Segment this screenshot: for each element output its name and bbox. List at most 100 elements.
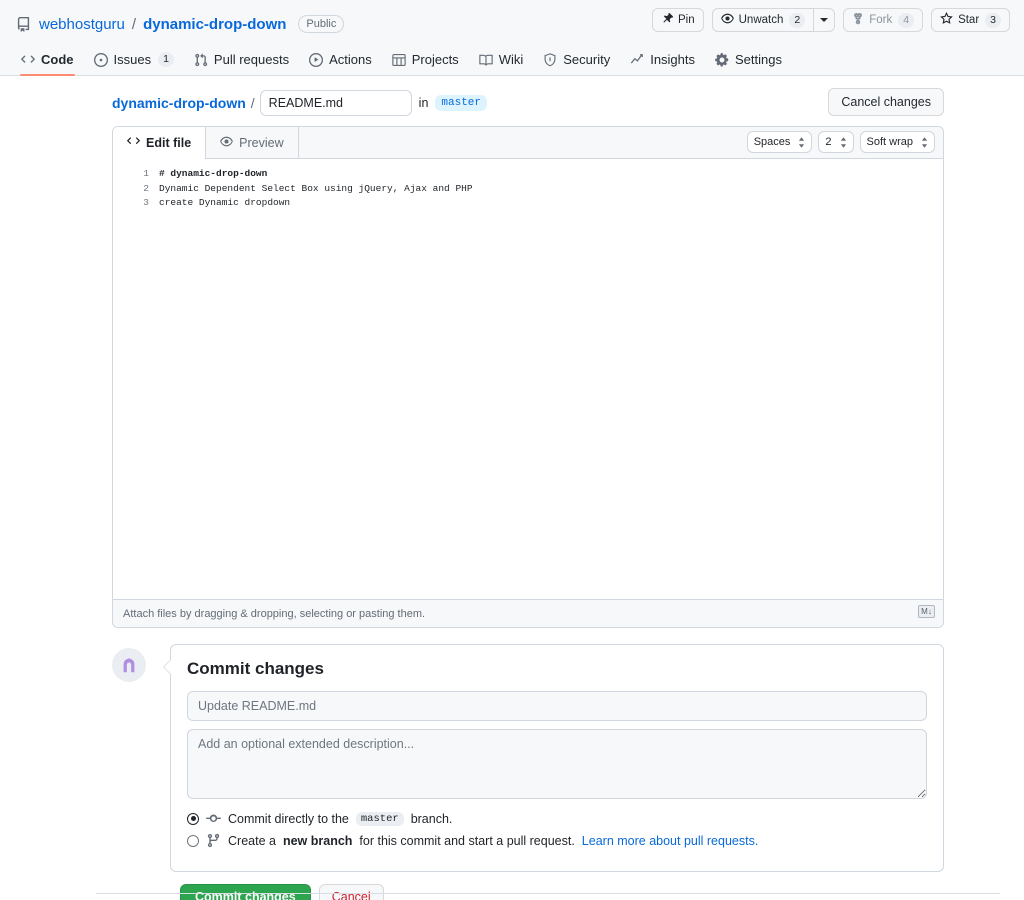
pin-button[interactable]: Pin xyxy=(652,8,704,32)
file-editor: Edit file Preview Spaces 2 Soft wrap 1 #… xyxy=(112,126,944,628)
tab-edit-file[interactable]: Edit file xyxy=(113,127,207,160)
in-label: in xyxy=(418,96,429,110)
code-editor-area[interactable]: 1 # dynamic-drop-down 2 Dynamic Dependen… xyxy=(113,159,943,599)
wrap-mode-value: Soft wrap xyxy=(866,136,913,148)
user-avatar-icon xyxy=(123,658,135,673)
commit-directly-prefix: Commit directly to the xyxy=(228,811,349,826)
nav-label-issues: Issues xyxy=(113,52,152,67)
nav-label-pull-requests: Pull requests xyxy=(213,52,290,67)
repo-icon xyxy=(16,16,31,32)
fork-icon xyxy=(852,12,864,28)
attach-files-bar[interactable]: Attach files by dragging & dropping, sel… xyxy=(113,599,943,627)
gear-icon xyxy=(715,52,729,67)
indent-size-value: 2 xyxy=(825,136,832,148)
nav-label-settings: Settings xyxy=(735,52,782,67)
commit-option-new-branch[interactable]: Create a new branch for this commit and … xyxy=(187,833,927,848)
editor-tab-bar: Edit file Preview Spaces 2 Soft wrap xyxy=(113,127,943,160)
footer-divider xyxy=(96,893,1000,894)
breadcrumb-slash: / xyxy=(250,95,255,111)
repo-nav: Code Issues 1 Pull requests Actions Proj… xyxy=(0,38,1024,76)
nav-item-issues[interactable]: Issues 1 xyxy=(85,46,183,76)
line-number: 3 xyxy=(143,197,149,208)
shield-icon xyxy=(543,52,557,67)
issues-count: 1 xyxy=(158,52,174,67)
commit-message-input[interactable] xyxy=(187,691,927,721)
commit-section: Commit changes Commit directly to the ma… xyxy=(112,644,944,872)
repo-owner-link[interactable]: webhostguru xyxy=(39,16,125,33)
wrap-mode-select[interactable]: Soft wrap xyxy=(859,131,935,153)
tab-preview[interactable]: Preview xyxy=(206,127,299,159)
line-content: # dynamic-drop-down xyxy=(159,168,268,179)
fork-count: 4 xyxy=(898,12,915,28)
markdown-icon: M↓ xyxy=(918,605,935,618)
eye-icon xyxy=(720,12,734,28)
repo-actions: Pin Unwatch 2 Fork 4 Star 3 xyxy=(652,8,1010,32)
commit-option-direct[interactable]: Commit directly to the master branch. xyxy=(187,811,927,826)
pull-requests-learn-more-link[interactable]: Learn more about pull requests. xyxy=(582,834,759,848)
line-number: 1 xyxy=(143,168,149,179)
chevron-updown-icon xyxy=(921,136,928,148)
commit-action-buttons: Commit changes Cancel xyxy=(180,884,944,900)
fork-label: Fork xyxy=(869,14,893,26)
star-button[interactable]: Star 3 xyxy=(931,8,1010,32)
play-icon xyxy=(309,52,324,67)
commit-directly-suffix: branch. xyxy=(410,811,453,826)
cancel-button[interactable]: Cancel xyxy=(318,884,384,900)
tab-preview-label: Preview xyxy=(239,135,284,150)
nav-item-insights[interactable]: Insights xyxy=(621,46,704,76)
nav-label-code: Code xyxy=(41,52,74,67)
nav-item-wiki[interactable]: Wiki xyxy=(470,46,533,76)
pin-icon xyxy=(661,12,673,28)
avatar xyxy=(112,648,146,682)
cancel-changes-button[interactable]: Cancel changes xyxy=(828,88,944,116)
commit-changes-button[interactable]: Commit changes xyxy=(180,884,311,900)
code-line: 1 # dynamic-drop-down xyxy=(113,167,943,180)
eye-icon xyxy=(220,135,233,151)
breadcrumb-repo-link[interactable]: dynamic-drop-down xyxy=(112,95,246,111)
code-icon xyxy=(127,135,140,151)
repo-header: webhostguru / dynamic-drop-down Public P… xyxy=(0,0,1024,76)
nav-label-projects: Projects xyxy=(411,52,459,67)
repo-name-link[interactable]: dynamic-drop-down xyxy=(143,16,286,33)
nav-item-security[interactable]: Security xyxy=(534,46,619,76)
nav-item-projects[interactable]: Projects xyxy=(383,46,468,76)
tab-edit-file-label: Edit file xyxy=(146,136,192,150)
unwatch-button[interactable]: Unwatch 2 xyxy=(711,8,814,32)
radio-commit-directly[interactable] xyxy=(187,812,199,825)
chevron-updown-icon xyxy=(798,136,805,148)
editor-settings: Spaces 2 Soft wrap xyxy=(746,131,935,153)
star-icon xyxy=(940,11,953,28)
issue-opened-icon xyxy=(93,52,108,67)
filename-input[interactable] xyxy=(259,90,412,116)
nav-item-actions[interactable]: Actions xyxy=(300,46,381,76)
nav-label-wiki: Wiki xyxy=(498,52,524,67)
code-line: 2 Dynamic Dependent Select Box using jQu… xyxy=(113,182,943,195)
fork-button[interactable]: Fork 4 xyxy=(843,8,924,32)
nav-label-security: Security xyxy=(563,52,611,67)
edit-file-page: dynamic-drop-down / in master Cancel cha… xyxy=(0,76,1024,900)
graph-icon xyxy=(630,53,644,67)
edit-file-breadcrumb-row: dynamic-drop-down / in master Cancel cha… xyxy=(112,76,944,126)
star-count: 3 xyxy=(985,12,1001,28)
branch-badge: master xyxy=(435,95,488,111)
watch-button-group: Unwatch 2 xyxy=(711,8,836,32)
git-branch-icon xyxy=(206,833,221,848)
chevron-updown-icon xyxy=(840,136,847,148)
new-branch-suffix: for this commit and start a pull request… xyxy=(359,833,575,848)
nav-item-code[interactable]: Code xyxy=(12,46,83,76)
watch-dropdown-button[interactable] xyxy=(813,8,836,32)
nav-item-pull-requests[interactable]: Pull requests xyxy=(185,46,298,76)
book-icon xyxy=(478,53,493,67)
radio-new-branch[interactable] xyxy=(187,834,199,847)
table-icon xyxy=(392,53,406,67)
commit-directly-branch: master xyxy=(355,811,404,826)
line-content: create Dynamic dropdown xyxy=(159,197,291,208)
line-content: Dynamic Dependent Select Box using jQuer… xyxy=(159,182,473,194)
nav-item-settings[interactable]: Settings xyxy=(706,46,791,76)
visibility-badge: Public xyxy=(298,15,345,33)
star-label: Star xyxy=(958,14,980,26)
commit-description-textarea[interactable] xyxy=(187,729,927,799)
pin-label: Pin xyxy=(678,14,695,26)
indent-size-select[interactable]: 2 xyxy=(818,131,854,153)
indent-mode-select[interactable]: Spaces xyxy=(746,131,813,153)
